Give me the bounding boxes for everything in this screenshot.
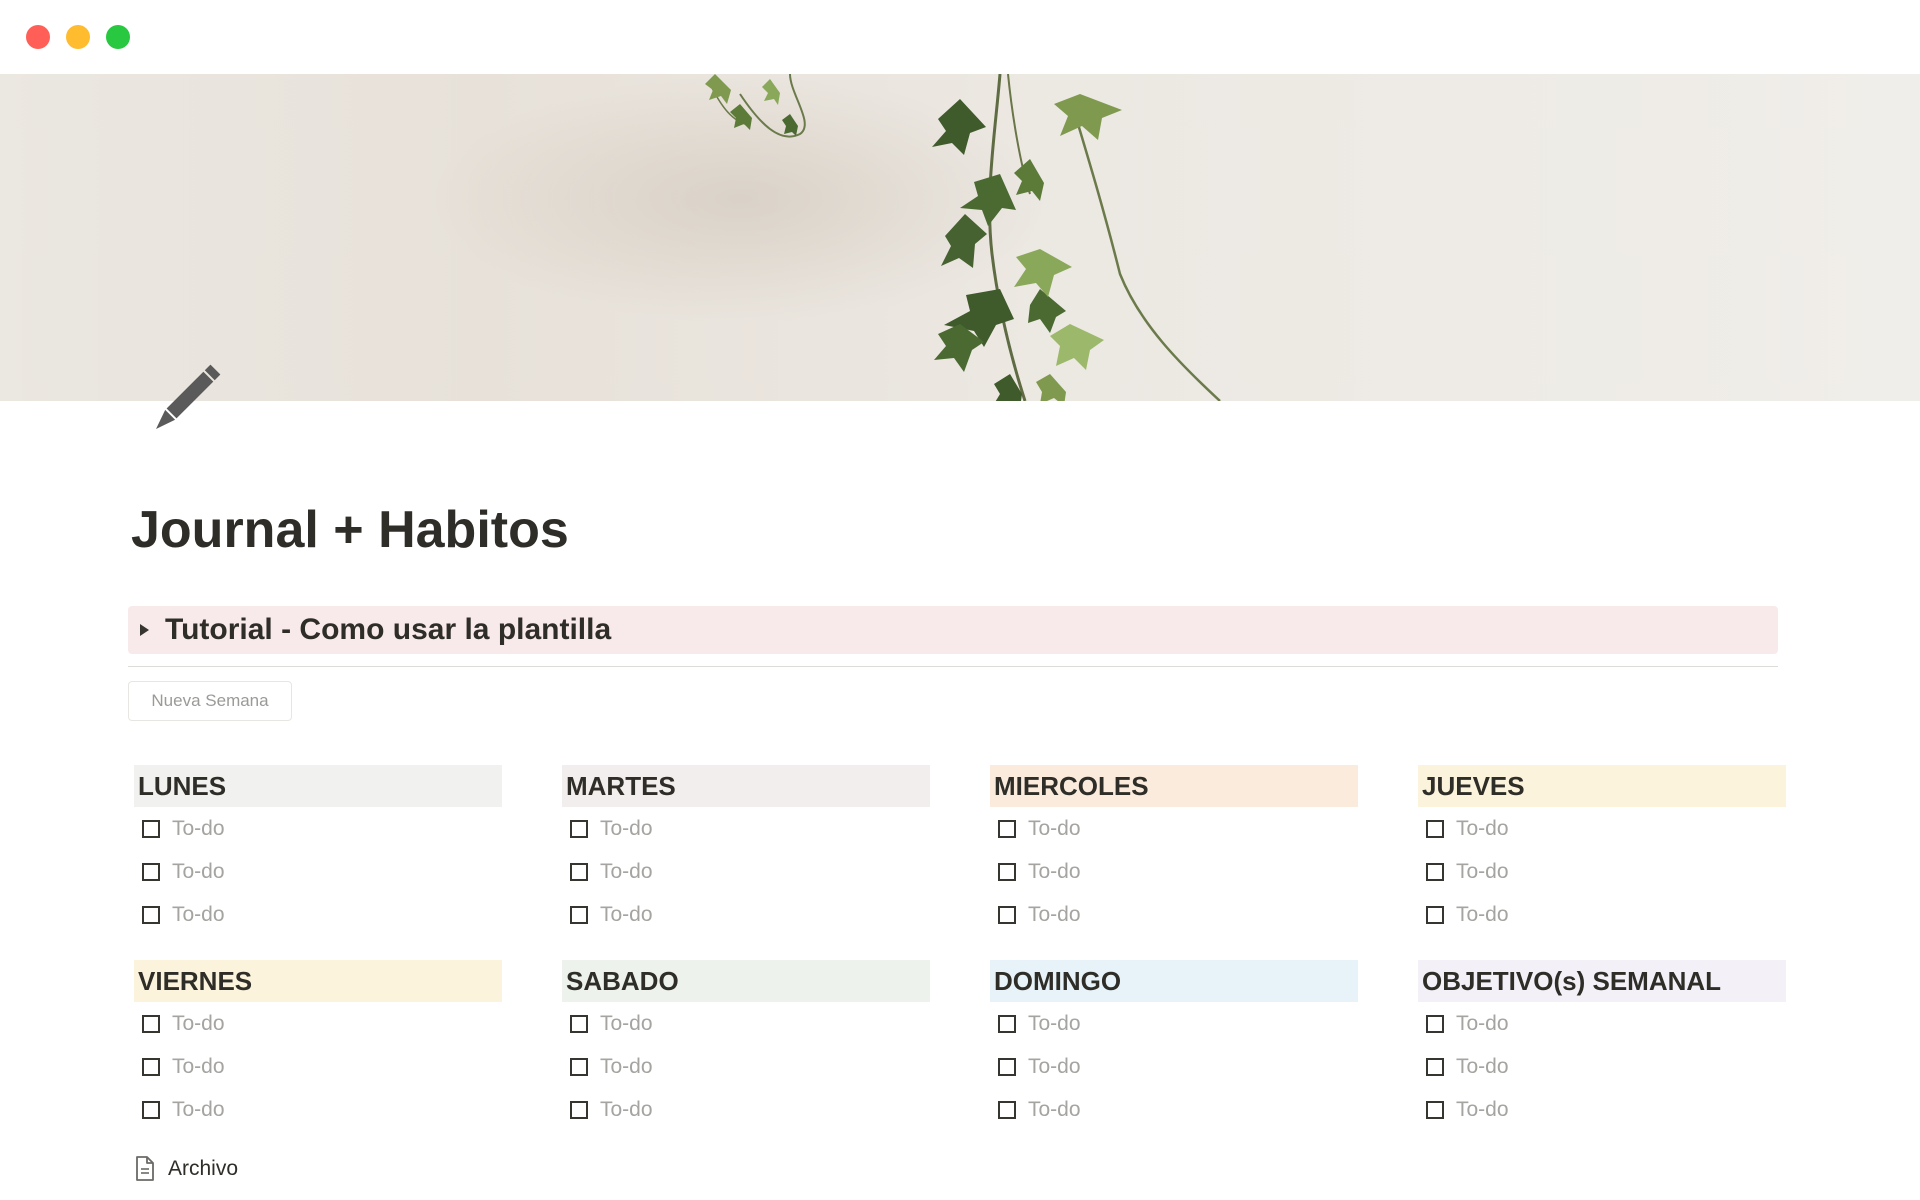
todo-item[interactable]: To-do xyxy=(562,807,930,850)
todo-item[interactable]: To-do xyxy=(562,1045,930,1088)
todo-item[interactable]: To-do xyxy=(990,807,1358,850)
checkbox[interactable] xyxy=(570,862,588,881)
todo-item[interactable]: To-do xyxy=(1418,850,1786,893)
cover-image[interactable] xyxy=(0,74,1920,401)
todo-item[interactable]: To-do xyxy=(562,1088,930,1131)
todo-item[interactable]: To-do xyxy=(134,1045,502,1088)
checkbox[interactable] xyxy=(1426,819,1444,838)
checkbox[interactable] xyxy=(998,1100,1016,1119)
column-domingo: DOMINGO To-do To-do To-do xyxy=(990,960,1358,1131)
todo-item[interactable]: To-do xyxy=(1418,1002,1786,1045)
checkbox[interactable] xyxy=(1426,1014,1444,1033)
checkbox[interactable] xyxy=(1426,862,1444,881)
page-title[interactable]: Journal + Habitos xyxy=(131,500,569,560)
checkbox[interactable] xyxy=(142,1100,160,1119)
column-heading[interactable]: VIERNES xyxy=(134,960,502,1002)
column-miercoles: MIERCOLES To-do To-do To-do xyxy=(990,765,1358,936)
todo-item[interactable]: To-do xyxy=(990,893,1358,936)
column-sabado: SABADO To-do To-do To-do xyxy=(562,960,930,1131)
column-heading[interactable]: MIERCOLES xyxy=(990,765,1358,807)
checkbox[interactable] xyxy=(998,819,1016,838)
todo-item[interactable]: To-do xyxy=(562,1002,930,1045)
window-titlebar xyxy=(0,0,1920,74)
minimize-window-button[interactable] xyxy=(66,25,90,49)
todo-item[interactable]: To-do xyxy=(990,1045,1358,1088)
weekly-columns: LUNES To-do To-do To-do MARTES To-do To-… xyxy=(134,765,1786,1131)
todo-item[interactable]: To-do xyxy=(134,850,502,893)
column-viernes: VIERNES To-do To-do To-do xyxy=(134,960,502,1131)
todo-item[interactable]: To-do xyxy=(990,1002,1358,1045)
todo-item[interactable]: To-do xyxy=(134,807,502,850)
new-week-button[interactable]: Nueva Semana xyxy=(128,681,292,721)
checkbox[interactable] xyxy=(998,1014,1016,1033)
checkbox[interactable] xyxy=(570,819,588,838)
column-lunes: LUNES To-do To-do To-do xyxy=(134,765,502,936)
close-window-button[interactable] xyxy=(26,25,50,49)
column-heading[interactable]: LUNES xyxy=(134,765,502,807)
todo-item[interactable]: To-do xyxy=(990,850,1358,893)
todo-item[interactable]: To-do xyxy=(134,1088,502,1131)
checkbox[interactable] xyxy=(142,905,160,924)
checkbox[interactable] xyxy=(1426,1100,1444,1119)
tutorial-toggle[interactable]: Tutorial - Como usar la plantilla xyxy=(128,606,1778,654)
maximize-window-button[interactable] xyxy=(106,25,130,49)
checkbox[interactable] xyxy=(998,1057,1016,1076)
column-heading[interactable]: DOMINGO xyxy=(990,960,1358,1002)
todo-item[interactable]: To-do xyxy=(562,893,930,936)
column-heading[interactable]: JUEVES xyxy=(1418,765,1786,807)
archive-link-label: Archivo xyxy=(168,1157,239,1180)
checkbox[interactable] xyxy=(570,1057,588,1076)
divider xyxy=(128,666,1778,667)
column-martes: MARTES To-do To-do To-do xyxy=(562,765,930,936)
checkbox[interactable] xyxy=(998,905,1016,924)
checkbox[interactable] xyxy=(570,905,588,924)
toggle-arrow-icon[interactable] xyxy=(140,624,149,636)
ivy-plant-illustration xyxy=(705,74,1221,401)
checkbox[interactable] xyxy=(142,1057,160,1076)
column-heading[interactable]: OBJETIVO(s) SEMANAL xyxy=(1418,960,1786,1002)
column-heading[interactable]: MARTES xyxy=(562,765,930,807)
checkbox[interactable] xyxy=(1426,1057,1444,1076)
todo-item[interactable]: To-do xyxy=(1418,1088,1786,1131)
column-jueves: JUEVES To-do To-do To-do xyxy=(1418,765,1786,936)
todo-item[interactable]: To-do xyxy=(134,893,502,936)
checkbox[interactable] xyxy=(570,1100,588,1119)
todo-item[interactable]: To-do xyxy=(1418,807,1786,850)
column-heading[interactable]: SABADO xyxy=(562,960,930,1002)
todo-item[interactable]: To-do xyxy=(1418,1045,1786,1088)
todo-item[interactable]: To-do xyxy=(990,1088,1358,1131)
checkbox[interactable] xyxy=(998,862,1016,881)
checkbox[interactable] xyxy=(1426,905,1444,924)
todo-item[interactable]: To-do xyxy=(134,1002,502,1045)
page-icon xyxy=(136,1156,154,1181)
checkbox[interactable] xyxy=(142,819,160,838)
todo-item[interactable]: To-do xyxy=(562,850,930,893)
column-objetivo-semanal: OBJETIVO(s) SEMANAL To-do To-do To-do xyxy=(1418,960,1786,1131)
todo-item[interactable]: To-do xyxy=(1418,893,1786,936)
archive-page-link[interactable]: Archivo xyxy=(134,1154,238,1184)
checkbox[interactable] xyxy=(570,1014,588,1033)
checkbox[interactable] xyxy=(142,1014,160,1033)
pencil-icon[interactable] xyxy=(140,355,230,445)
toggle-label: Tutorial - Como usar la plantilla xyxy=(165,613,612,646)
checkbox[interactable] xyxy=(142,862,160,881)
